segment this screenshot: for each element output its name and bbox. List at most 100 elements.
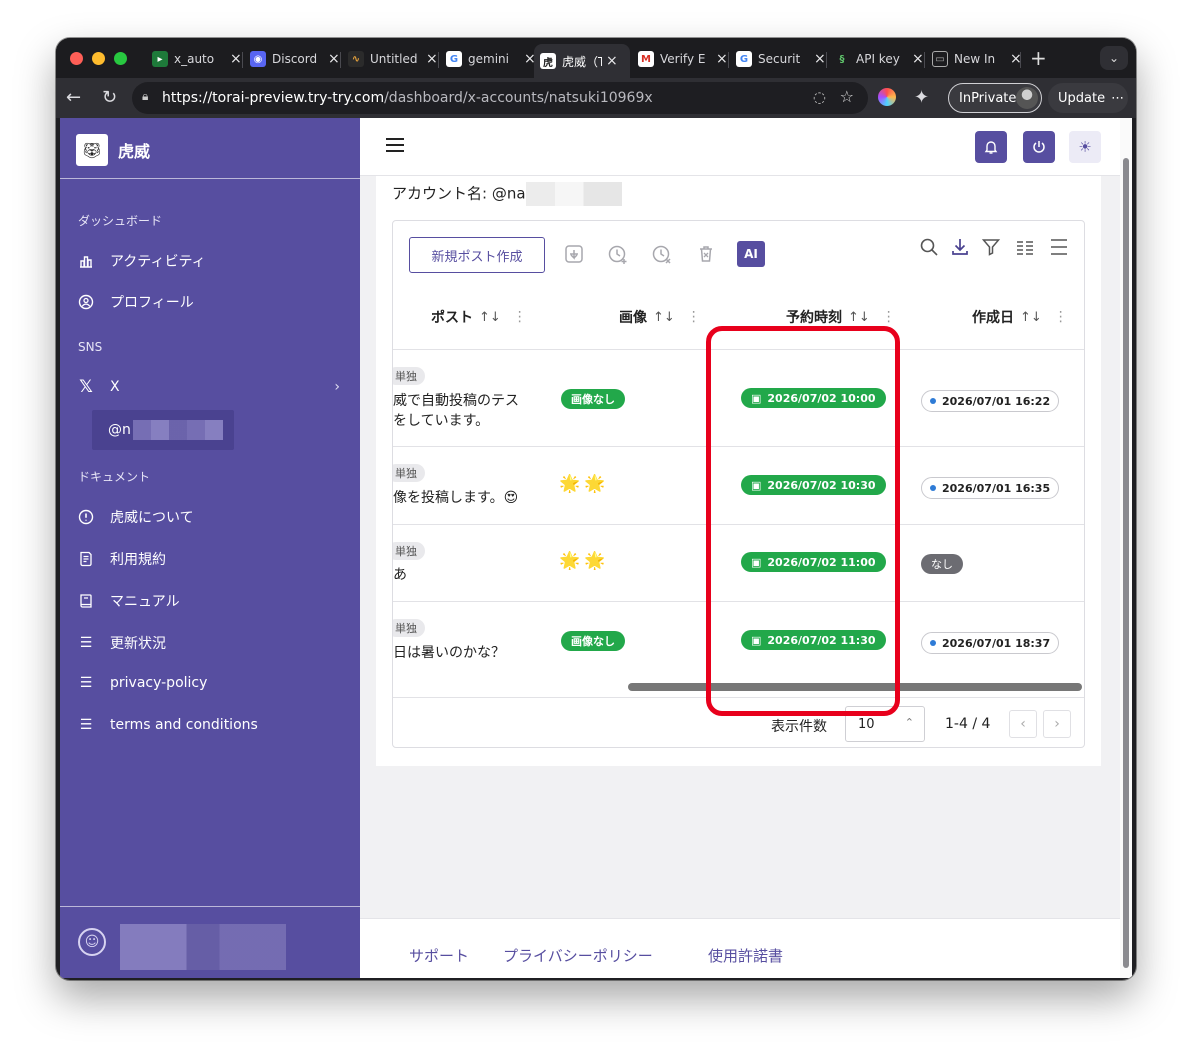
newtab-icon: ▭	[932, 51, 948, 67]
sidebar-item-activity[interactable]: アクティビティ	[78, 251, 206, 271]
close-window-button[interactable]	[70, 52, 83, 65]
brand[interactable]: 🐯︎ 虎威	[76, 134, 150, 166]
sort-icon[interactable]: ↑↓	[848, 310, 870, 325]
browser-tab[interactable]: ∿ Untitled ×	[342, 44, 444, 74]
search-icon[interactable]	[917, 235, 941, 259]
update-button[interactable]: Update ⋯	[1048, 83, 1128, 113]
browser-tab[interactable]: ▸ x_auto ×	[146, 44, 248, 74]
bell-icon[interactable]	[975, 131, 1007, 163]
browser-tab[interactable]: ▭ New In ×	[926, 44, 1028, 74]
schedule-add-icon[interactable]	[605, 241, 631, 267]
google-icon: G	[736, 51, 752, 67]
post-text: 像を投稿します。😍	[393, 490, 519, 506]
column-header-scheduled[interactable]: 予約時刻 ↑↓ ⋮	[786, 307, 896, 327]
next-page-button[interactable]: ›	[1043, 710, 1071, 738]
image-thumbnails[interactable]: 🌟🌟	[559, 551, 609, 571]
column-menu-icon[interactable]: ⋮	[882, 309, 896, 325]
sidebar-item-about[interactable]: 虎威について	[78, 507, 194, 527]
minimize-window-button[interactable]	[92, 52, 105, 65]
user-circle-icon	[78, 294, 94, 310]
menu-icon[interactable]	[386, 138, 404, 152]
schedule-remove-icon[interactable]	[649, 241, 675, 267]
sidebar-item-terms[interactable]: 利用規約	[78, 549, 166, 569]
reload-icon[interactable]: ↻	[102, 88, 117, 108]
browser-tab[interactable]: G Securit ×	[730, 44, 832, 74]
sort-icon[interactable]: ↑↓	[1020, 310, 1042, 325]
column-header-post[interactable]: ポスト ↑↓ ⋮	[431, 307, 527, 327]
vertical-scrollbar[interactable]	[1120, 118, 1132, 978]
close-icon[interactable]: ×	[606, 53, 618, 69]
redacted-text	[525, 182, 622, 206]
sidebar-item-x[interactable]: 𝕏 X ›	[78, 377, 340, 397]
footer-link-privacy[interactable]: プライバシーポリシー	[503, 945, 653, 966]
inprivate-button[interactable]: InPrivate	[948, 83, 1042, 113]
filter-icon[interactable]	[979, 235, 1003, 259]
created-badge: 2026/07/01 18:37	[921, 632, 1060, 654]
close-icon[interactable]: ×	[716, 51, 728, 67]
sort-icon[interactable]: ↑↓	[653, 310, 675, 325]
discord-icon: ◉	[250, 51, 266, 67]
created-badge: 2026/07/01 16:22	[921, 390, 1060, 412]
browser-tab[interactable]: M Verify E ×	[632, 44, 734, 74]
address-toolbar: ← ↻ 🔒︎ https://torai-preview.try-try.com…	[56, 78, 1136, 118]
list-icon: ☰	[79, 635, 93, 651]
tab-list-button[interactable]: ⌄	[1100, 46, 1128, 70]
footer-link-license[interactable]: 使用許諾書	[708, 945, 783, 966]
prev-page-button[interactable]: ‹	[1009, 710, 1037, 738]
created-badge: 2026/07/01 16:35	[921, 477, 1060, 499]
browser-tab[interactable]: § API key ×	[828, 44, 930, 74]
column-menu-icon[interactable]: ⋮	[513, 309, 527, 325]
import-icon[interactable]	[561, 241, 587, 267]
back-icon[interactable]: ←	[66, 88, 81, 108]
close-icon[interactable]: ×	[426, 51, 438, 67]
address-bar[interactable]: 🔒︎ https://torai-preview.try-try.com/das…	[132, 82, 868, 114]
post-type-tag: 単独	[393, 367, 425, 385]
close-icon[interactable]: ×	[328, 51, 340, 67]
redacted-username	[120, 924, 286, 970]
sort-icon[interactable]: ↑↓	[479, 310, 501, 325]
ai-button[interactable]: AI	[737, 241, 765, 267]
maximize-window-button[interactable]	[114, 52, 127, 65]
extensions-icon[interactable]: ✦	[914, 88, 929, 108]
trash-icon[interactable]	[693, 241, 719, 267]
copilot-icon[interactable]	[878, 88, 896, 106]
new-tab-button[interactable]: +	[1030, 46, 1047, 70]
column-menu-icon[interactable]: ⋮	[1054, 309, 1068, 325]
post-type-tag: 単独	[393, 464, 425, 482]
sun-icon[interactable]: ☀	[1069, 131, 1101, 163]
sidebar-item-account[interactable]: @n	[92, 410, 234, 450]
density-icon[interactable]	[1047, 235, 1071, 259]
new-post-button[interactable]: 新規ポスト作成	[409, 237, 545, 273]
no-image-badge: 画像なし	[561, 389, 625, 409]
column-menu-icon[interactable]: ⋮	[687, 309, 701, 325]
sidebar-item-profile[interactable]: プロフィール	[78, 292, 194, 312]
sidebar-item-conditions[interactable]: ☰ terms and conditions	[78, 717, 258, 733]
list-icon: ☰	[79, 717, 93, 733]
tracking-icon[interactable]: ◌	[813, 88, 826, 106]
sidebar-item-updates[interactable]: ☰ 更新状況	[78, 633, 166, 653]
sidebar: 🐯︎ 虎威 ダッシュボード アクティビティ プロフィール SNS 𝕏 X › @…	[60, 118, 360, 978]
close-icon[interactable]: ×	[912, 51, 924, 67]
section-sns: SNS	[78, 340, 103, 354]
close-icon[interactable]: ×	[814, 51, 826, 67]
power-icon[interactable]	[1023, 131, 1055, 163]
list-icon: ☰	[79, 675, 93, 691]
sidebar-item-manual[interactable]: マニュアル	[78, 591, 180, 611]
no-date-badge: なし	[921, 554, 963, 574]
image-thumbnails[interactable]: 🌟🌟	[559, 474, 609, 494]
sidebar-item-privacy[interactable]: ☰ privacy-policy	[78, 675, 208, 691]
browser-tab[interactable]: ◉ Discord ×	[244, 44, 346, 74]
columns-icon[interactable]	[1013, 235, 1037, 259]
footer-link-support[interactable]: サポート	[409, 945, 469, 966]
section-docs: ドキュメント	[78, 470, 151, 484]
avatar	[1016, 87, 1038, 109]
user-avatar-icon[interactable]: ☺	[78, 928, 106, 956]
favorite-star-icon[interactable]: ☆	[840, 87, 854, 106]
column-header-image[interactable]: 画像 ↑↓ ⋮	[619, 307, 701, 327]
browser-tab[interactable]: G gemini ×	[440, 44, 542, 74]
browser-tab-active[interactable]: 虎 虎威（T ×	[534, 44, 630, 78]
column-header-created[interactable]: 作成日 ↑↓ ⋮	[972, 307, 1068, 327]
close-icon[interactable]: ×	[230, 51, 242, 67]
download-icon[interactable]	[948, 235, 972, 259]
page-viewport: 🐯︎ 虎威 ダッシュボード アクティビティ プロフィール SNS 𝕏 X › @…	[60, 118, 1132, 978]
